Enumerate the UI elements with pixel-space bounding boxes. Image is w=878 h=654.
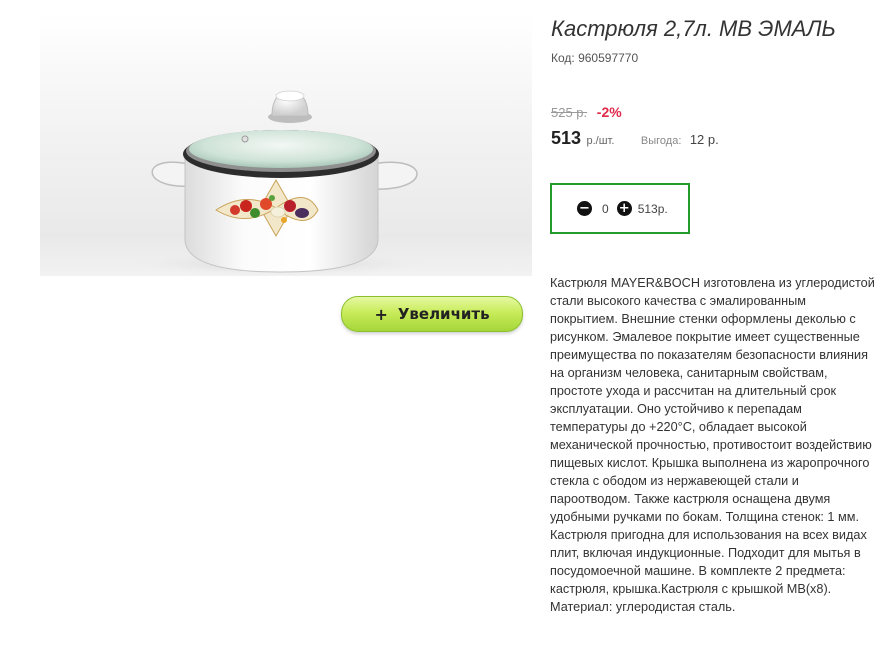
plus-icon: + — [374, 304, 388, 324]
quantity-value: 0 — [602, 201, 609, 216]
product-description: Кастрюля MAYER&BOCH изготовлена из углер… — [550, 276, 875, 614]
plus-circle-icon[interactable]: + — [616, 201, 632, 216]
price-row: 513 р./шт. Выгода: 12 р. — [551, 128, 719, 149]
savings-label: Выгода: — [640, 135, 682, 147]
cart-total: 513р. — [637, 201, 668, 216]
product-code: Код: 960597770 — [551, 51, 639, 65]
price-unit: р./шт. — [586, 135, 615, 147]
minus-circle-icon[interactable]: − — [577, 201, 592, 216]
product-photo — [130, 90, 430, 276]
product-title: Кастрюля 2,7л. MB ЭМАЛЬ — [551, 16, 836, 41]
zoom-button-label: Увеличить — [397, 305, 490, 323]
savings-value: 12 р. — [689, 132, 719, 147]
old-price: 525 р. — [551, 105, 588, 120]
zoom-button[interactable]: + Увеличить — [341, 296, 523, 332]
product-image-panel[interactable] — [40, 14, 532, 276]
discount-badge: -2% — [596, 104, 622, 120]
cart-quantity-box: − 0 + 513р. — [550, 183, 690, 234]
old-price-row: 525 р. -2% — [551, 104, 622, 120]
current-price: 513 — [551, 128, 582, 148]
